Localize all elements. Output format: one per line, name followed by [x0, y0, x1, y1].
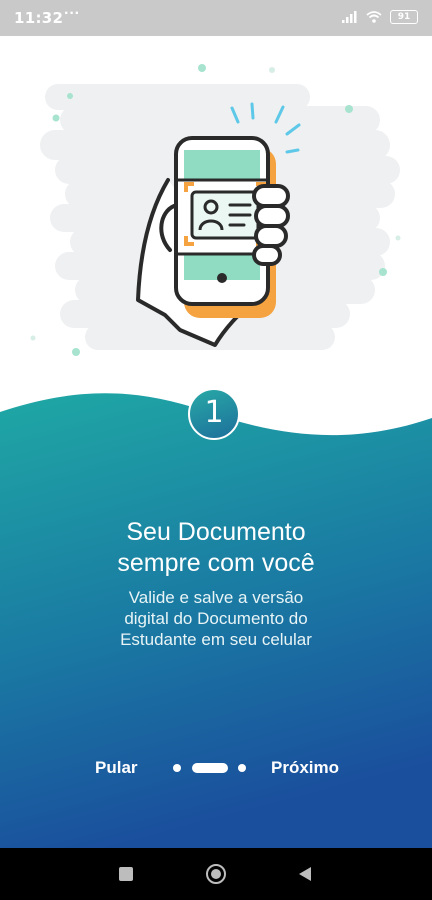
page-indicator-dot-active[interactable]	[192, 763, 228, 773]
description-line: digital do Documento do	[124, 609, 308, 628]
home-button[interactable]	[186, 848, 246, 900]
page-indicator-dot[interactable]	[173, 764, 181, 772]
id-card-icon	[184, 182, 266, 246]
description-line: Estudante em seu celular	[120, 630, 312, 649]
onboarding-title: Seu Documento sempre com você	[0, 517, 432, 579]
page-indicator-dot[interactable]	[238, 764, 246, 772]
recents-button[interactable]	[96, 848, 156, 900]
back-triangle-icon	[299, 867, 311, 881]
onboarding-navigation: Pular Próximo	[0, 754, 432, 784]
skip-button[interactable]: Pular	[95, 758, 138, 778]
next-button[interactable]: Próximo	[271, 758, 339, 778]
description-line: Valide e salve a versão	[128, 588, 304, 607]
step-number-badge: 1	[188, 388, 240, 440]
home-circle-icon	[206, 864, 226, 884]
recents-square-icon	[119, 867, 133, 881]
title-line: sempre com você	[117, 549, 315, 577]
back-button[interactable]	[275, 848, 335, 900]
title-line: Seu Documento	[126, 518, 306, 546]
system-navigation-bar	[0, 848, 432, 900]
phone-hand-illustration	[30, 64, 401, 356]
onboarding-description: Valide e salve a versão digital do Docum…	[0, 587, 432, 650]
